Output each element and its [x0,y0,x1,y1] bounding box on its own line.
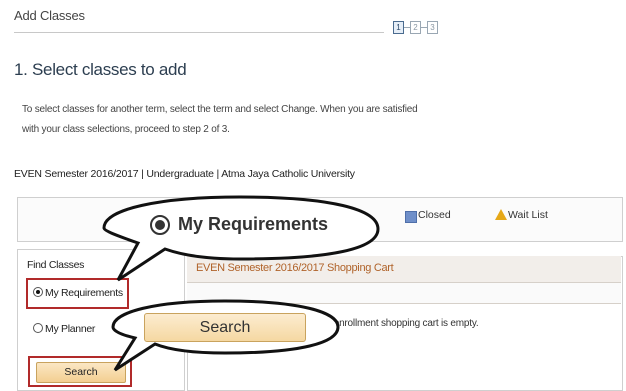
requirements-callout-bubble [102,195,380,282]
requirements-callout-label: My Requirements [178,214,329,234]
search-callout-button: Search [144,313,306,342]
requirements-callout-content: My Requirements [150,214,328,235]
radio-selected-icon [150,214,170,235]
callout-bubbles [102,195,380,372]
